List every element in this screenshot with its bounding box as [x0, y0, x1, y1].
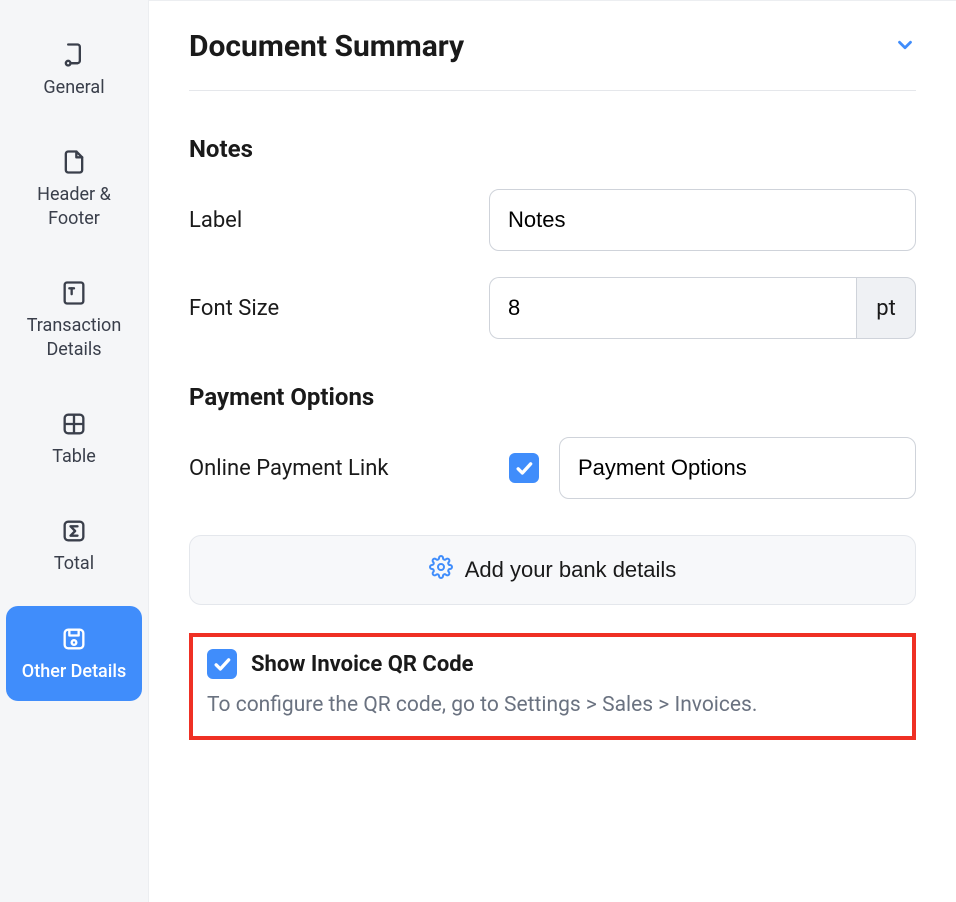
font-size-input[interactable] [489, 277, 856, 339]
qr-help-text: To configure the QR code, go to Settings… [207, 689, 898, 722]
show-invoice-qr-checkbox[interactable] [207, 649, 237, 679]
gear-icon [429, 555, 453, 585]
notes-label-label: Label [189, 208, 489, 233]
payment-heading: Payment Options [189, 383, 916, 411]
online-payment-link-checkbox[interactable] [509, 453, 539, 483]
notes-label-input[interactable] [489, 189, 916, 251]
sidebar-item-label: Total [54, 552, 94, 575]
sidebar-item-general[interactable]: General [6, 22, 142, 117]
add-bank-details-label: Add your bank details [465, 557, 677, 583]
sidebar-item-total[interactable]: Total [6, 498, 142, 593]
notes-heading: Notes [189, 135, 916, 163]
sidebar-item-other-details[interactable]: Other Details [6, 606, 142, 701]
sidebar-item-header-footer[interactable]: Header & Footer [6, 129, 142, 248]
page-fold-icon [59, 147, 89, 177]
qr-section-highlight: Show Invoice QR Code To configure the QR… [189, 633, 916, 740]
table-icon [59, 409, 89, 439]
accordion-document-summary[interactable]: Document Summary [189, 29, 916, 91]
sidebar-item-label: Other Details [22, 660, 126, 683]
sidebar-item-label: Table [52, 445, 96, 468]
online-payment-link-label: Online Payment Link [189, 456, 489, 481]
main-panel: Document Summary Notes Label Font Size p… [148, 0, 956, 902]
save-icon [59, 624, 89, 654]
online-payment-link-input[interactable] [559, 437, 916, 499]
accordion-title: Document Summary [189, 29, 464, 64]
font-size-unit: pt [856, 277, 916, 339]
sidebar-item-label: Transaction Details [14, 314, 134, 361]
show-invoice-qr-title: Show Invoice QR Code [251, 652, 474, 677]
document-icon [59, 40, 89, 70]
sidebar-item-label: General [43, 76, 104, 99]
chevron-down-icon [894, 34, 916, 60]
sidebar-item-label: Header & Footer [14, 183, 134, 230]
add-bank-details-button[interactable]: Add your bank details [189, 535, 916, 605]
sidebar: General Header & Footer Transaction Deta… [0, 0, 148, 902]
sigma-icon [59, 516, 89, 546]
font-size-label: Font Size [189, 296, 489, 321]
text-box-icon [59, 278, 89, 308]
sidebar-item-transaction-details[interactable]: Transaction Details [6, 260, 142, 379]
sidebar-item-table[interactable]: Table [6, 391, 142, 486]
